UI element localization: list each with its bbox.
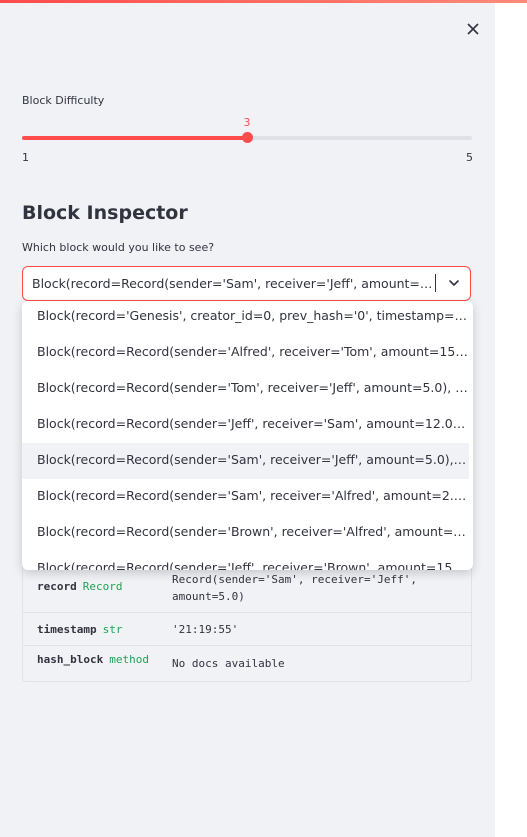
close-icon — [467, 23, 479, 35]
slider-min-label: 1 — [22, 151, 29, 164]
option-block[interactable]: Block(record=Record(sender='Alfred', rec… — [22, 335, 469, 371]
detail-key: timestamp str — [37, 623, 123, 636]
difficulty-slider-thumb[interactable] — [241, 132, 253, 143]
detail-value: No docs available — [172, 657, 285, 670]
option-genesis[interactable]: Block(record='Genesis', creator_id=0, pr… — [22, 301, 469, 335]
detail-key: record Record — [37, 580, 123, 593]
option-block[interactable]: Block(record=Record(sender='Jeff', recei… — [22, 407, 469, 443]
detail-key: hash_block method — [37, 653, 149, 666]
block-details-card: record Record Record(sender='Sam', receiv… — [22, 558, 472, 682]
chevron-down-icon[interactable] — [444, 273, 464, 293]
text-caret — [435, 274, 436, 292]
option-block[interactable]: Block(record=Record(sender='Tom', receiv… — [22, 371, 469, 407]
detail-row-timestamp: timestamp str '21:19:55' — [23, 612, 471, 646]
close-sidebar-button[interactable] — [463, 19, 483, 39]
slider-max-label: 5 — [466, 151, 473, 164]
option-block-active[interactable]: Block(record=Record(sender='Sam', receiv… — [22, 443, 469, 479]
dropdown-scrollbar[interactable] — [469, 301, 473, 570]
option-block[interactable]: Block(record=Record(sender='Sam', receiv… — [22, 479, 469, 515]
detail-value: '21:19:55' — [172, 623, 239, 636]
detail-type: Record — [82, 580, 123, 593]
section-title: Block Inspector — [22, 202, 188, 224]
detail-row-hash-block: hash_block method No docs available — [23, 645, 471, 682]
difficulty-label: Block Difficulty — [22, 94, 105, 107]
detail-row-record: record Record Record(sender='Sam', receiv… — [23, 568, 471, 612]
block-selectbox[interactable]: Block(record=Record(sender='Sam', receiv… — [22, 266, 471, 301]
block-options-dropdown[interactable]: Block(record='Genesis', creator_id=0, pr… — [22, 301, 473, 570]
detail-value: Record(sender='Sam', receiver='Jeff', am… — [172, 573, 418, 603]
option-block[interactable]: Block(record=Record(sender='Jeff', recei… — [22, 551, 469, 570]
slider-current-value: 3 — [243, 116, 251, 129]
detail-type: method — [109, 653, 149, 666]
select-label: Which block would you like to see? — [22, 241, 215, 254]
selected-value: Block(record=Record(sender='Sam', receiv… — [32, 276, 434, 291]
difficulty-slider-fill — [22, 136, 247, 140]
detail-type: str — [102, 623, 123, 636]
option-block[interactable]: Block(record=Record(sender='Brown', rece… — [22, 515, 469, 551]
